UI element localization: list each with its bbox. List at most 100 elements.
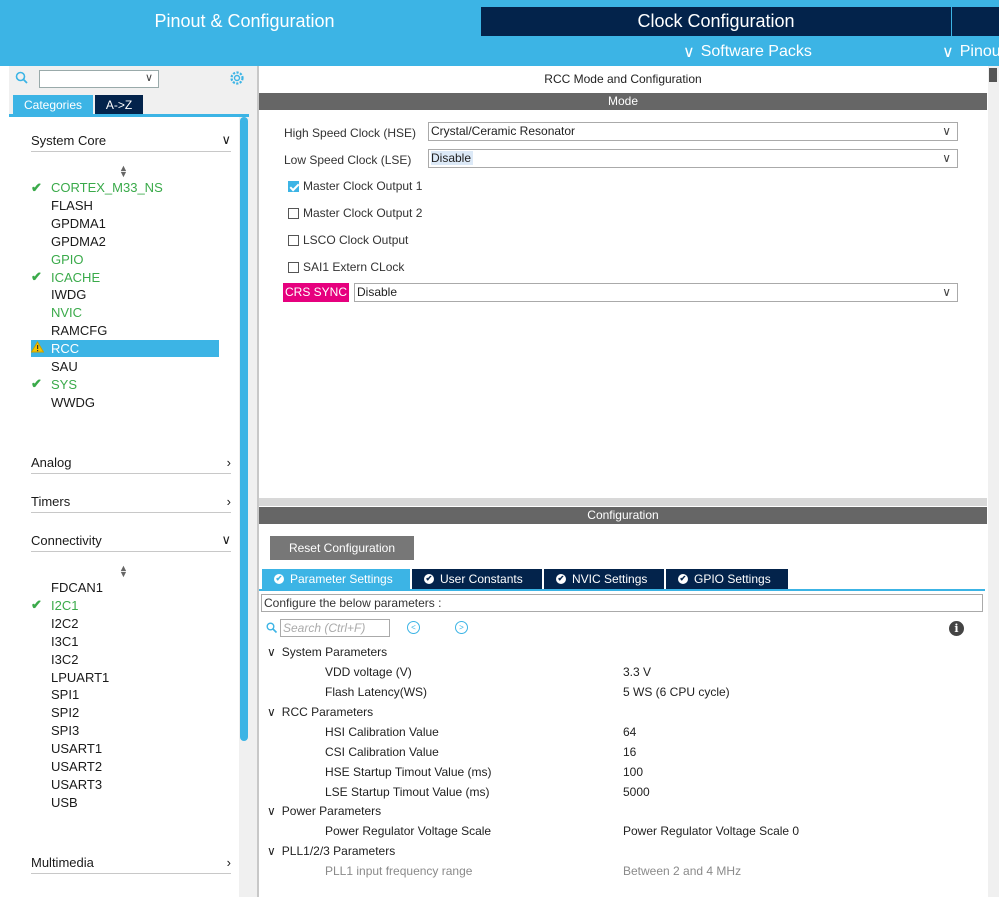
ip-item[interactable]: LPUART1 xyxy=(31,669,219,686)
clock-output-checkbox-row[interactable]: LSCO Clock Output xyxy=(288,233,408,247)
tab-pinout-configuration[interactable]: Pinout & Configuration xyxy=(9,7,480,36)
chevron-down-icon: ∨ xyxy=(267,844,276,858)
ip-item[interactable]: NVIC xyxy=(31,304,219,321)
checkbox[interactable] xyxy=(288,180,299,192)
ip-item[interactable]: GPDMA2 xyxy=(31,233,219,250)
ip-item[interactable]: FLASH xyxy=(31,197,219,214)
ip-item-label: SPI3 xyxy=(51,723,80,739)
ip-item[interactable]: SPI2 xyxy=(31,704,219,721)
check-circle-icon: ✔ xyxy=(274,574,284,584)
tab-parameter-settings[interactable]: ✔ Parameter Settings xyxy=(262,569,410,589)
ip-item[interactable]: SAU xyxy=(31,358,219,375)
tab-overflow[interactable] xyxy=(952,7,999,36)
scroll-handle[interactable] xyxy=(989,68,997,82)
a-z-tab[interactable]: A->Z xyxy=(95,95,143,114)
checkbox[interactable] xyxy=(288,261,299,273)
ip-item[interactable]: I3C2 xyxy=(31,651,219,668)
ip-item[interactable]: SPI1 xyxy=(31,686,219,703)
chevron-right-icon[interactable]: > xyxy=(455,621,468,634)
tab-nvic-settings[interactable]: ✔ NVIC Settings xyxy=(544,569,664,589)
sort-icon[interactable]: ▲ ▼ xyxy=(119,564,128,579)
ip-item[interactable]: I3C1 xyxy=(31,633,219,650)
horizontal-splitter[interactable] xyxy=(259,498,987,506)
group-system-core[interactable]: System Core ∨ xyxy=(31,129,231,152)
left-scrollbar[interactable] xyxy=(240,117,248,741)
tab-user-constants[interactable]: ✔ User Constants xyxy=(412,569,542,589)
ip-search-input[interactable]: ∨ xyxy=(39,70,159,88)
group-timers[interactable]: Timers › xyxy=(31,490,231,513)
param-value[interactable]: Between 2 and 4 MHz xyxy=(623,864,741,878)
ip-item-label: USART3 xyxy=(51,776,103,792)
ip-item[interactable]: FDCAN1 xyxy=(31,579,219,596)
param-value[interactable]: 3.3 V xyxy=(623,665,651,679)
chevron-left-icon[interactable]: < xyxy=(407,621,420,634)
chevron-down-icon: ∨ xyxy=(942,44,954,61)
ip-item[interactable]: IWDG xyxy=(31,286,219,303)
reset-configuration-button[interactable]: Reset Configuration xyxy=(270,536,414,560)
gear-icon[interactable] xyxy=(229,70,245,86)
ip-item[interactable]: GPIO xyxy=(31,251,219,268)
check-circle-icon: ✔ xyxy=(556,574,566,584)
ip-item-label: RCC xyxy=(51,341,80,357)
ip-item[interactable]: GPDMA1 xyxy=(31,215,219,232)
clock-output-checkbox-row[interactable]: Master Clock Output 2 xyxy=(288,206,422,220)
checkbox[interactable] xyxy=(288,207,299,219)
crs-sync-label: CRS SYNC xyxy=(283,283,350,302)
hse-select[interactable]: Crystal/Ceramic Resonator ∨ xyxy=(428,122,958,141)
ip-item[interactable]: USART1 xyxy=(31,740,219,757)
group-multimedia[interactable]: Multimedia › xyxy=(31,851,231,874)
param-value[interactable]: 5 WS (6 CPU cycle) xyxy=(623,685,730,699)
ip-item[interactable]: ✔ I2C1 xyxy=(31,597,219,614)
ip-item-label: I2C1 xyxy=(51,597,79,613)
section-system-parameters[interactable]: ∨ System Parameters xyxy=(267,645,387,659)
ip-item[interactable]: USART3 xyxy=(31,776,219,793)
section-pll-parameters[interactable]: ∨ PLL1/2/3 Parameters xyxy=(267,844,395,858)
ip-item[interactable]: USB xyxy=(31,794,219,811)
group-connectivity[interactable]: Connectivity ∨ xyxy=(31,529,231,552)
param-value[interactable]: 64 xyxy=(623,725,636,739)
ip-item[interactable]: RAMCFG xyxy=(31,322,219,339)
group-label: Timers xyxy=(31,493,71,509)
ip-item-label: WWDG xyxy=(51,394,96,410)
check-icon: ✔ xyxy=(31,269,42,284)
ip-item[interactable]: ✔ ICACHE xyxy=(31,269,219,286)
ip-item[interactable]: USART2 xyxy=(31,758,219,775)
group-analog[interactable]: Analog › xyxy=(31,451,231,474)
pinout-menu[interactable]: ∨ Pinou xyxy=(942,41,999,63)
ip-item-label: RAMCFG xyxy=(51,323,108,339)
tab-label: NVIC Settings xyxy=(572,572,648,586)
ip-item-label: SAU xyxy=(51,359,78,374)
section-power-parameters[interactable]: ∨ Power Parameters xyxy=(267,804,381,818)
tab-gpio-settings[interactable]: ✔ GPIO Settings xyxy=(666,569,788,589)
software-packs-menu[interactable]: ∨ Software Packs xyxy=(683,41,812,63)
param-value[interactable]: 100 xyxy=(623,765,643,779)
section-label: PLL1/2/3 Parameters xyxy=(281,844,396,858)
parameter-search-input[interactable]: Search (Ctrl+F) xyxy=(280,619,390,637)
ip-item[interactable]: ✔ CORTEX_M33_NS xyxy=(31,179,219,196)
clock-output-checkbox-row[interactable]: SAI1 Extern CLock xyxy=(288,260,404,274)
info-icon[interactable]: i xyxy=(949,621,964,636)
lse-select[interactable]: Disable ∨ xyxy=(428,149,958,168)
checkbox[interactable] xyxy=(288,234,299,246)
chevron-right-icon: › xyxy=(226,493,231,509)
crs-sync-select[interactable]: Disable ∨ xyxy=(354,283,958,302)
search-icon xyxy=(266,622,278,634)
ip-item[interactable]: I2C2 xyxy=(31,615,219,632)
sort-icon[interactable]: ▲ ▼ xyxy=(119,164,128,179)
section-rcc-parameters[interactable]: ∨ RCC Parameters xyxy=(267,705,373,719)
ip-item-label: IWDG xyxy=(51,287,87,303)
categories-tab[interactable]: Categories xyxy=(13,95,93,114)
ip-item[interactable]: ✔ SYS xyxy=(31,376,219,393)
ip-item-label: SYS xyxy=(51,376,78,392)
hse-label: High Speed Clock (HSE) xyxy=(284,126,417,140)
tab-clock-configuration[interactable]: Clock Configuration xyxy=(481,7,951,36)
clock-output-checkbox-row[interactable]: Master Clock Output 1 xyxy=(288,179,422,193)
ip-item[interactable]: RCC xyxy=(30,340,219,358)
param-value[interactable]: Power Regulator Voltage Scale 0 xyxy=(623,824,799,838)
param-value[interactable]: 5000 xyxy=(623,785,650,799)
ip-item[interactable]: SPI3 xyxy=(31,722,219,739)
tab-label: GPIO Settings xyxy=(694,572,771,586)
ip-item-label: CORTEX_M33_NS xyxy=(51,180,163,195)
ip-item[interactable]: WWDG xyxy=(31,394,219,411)
param-value[interactable]: 16 xyxy=(623,745,636,759)
